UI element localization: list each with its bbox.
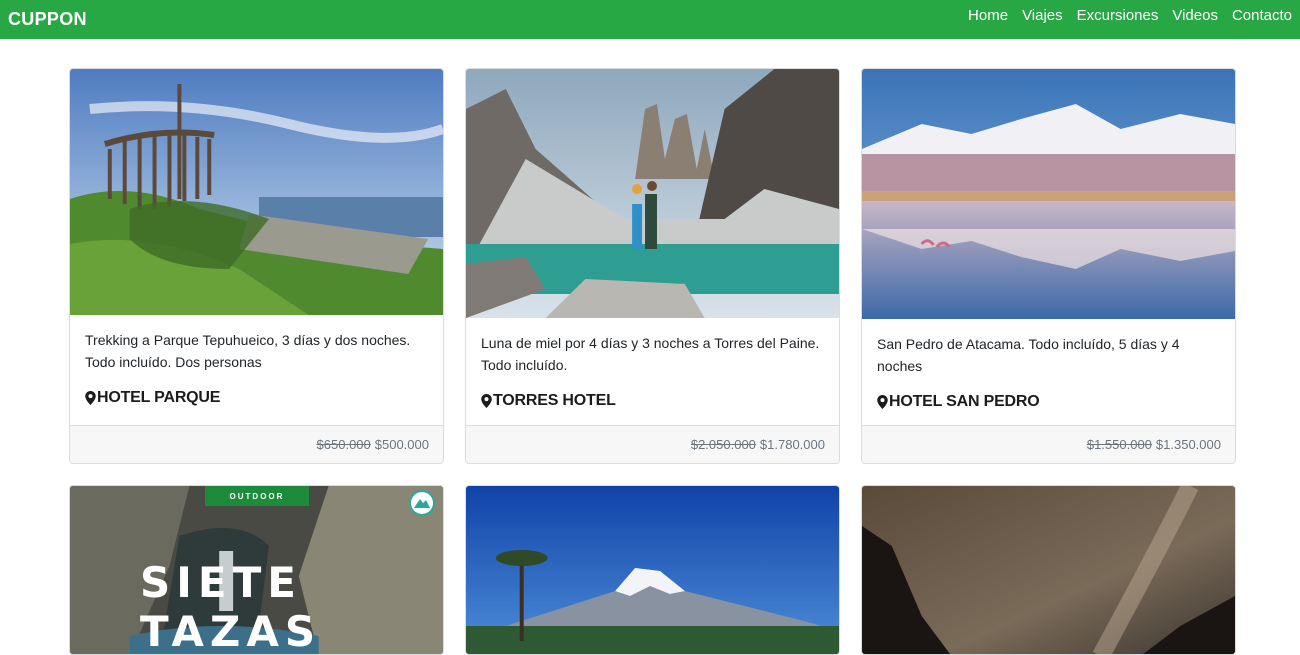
hotel-name: HOTEL PARQUE xyxy=(85,389,428,407)
map-marker-icon xyxy=(481,394,492,408)
card-image-san-pedro xyxy=(862,69,1235,319)
hotel-label: HOTEL SAN PEDRO xyxy=(889,393,1040,410)
card-image-tepuhueico xyxy=(70,69,443,315)
offer-card-siete-tazas[interactable]: OUTDOOR SIETE TAZAS xyxy=(69,485,444,655)
brand-logo[interactable]: CUPPON xyxy=(8,9,87,30)
nav-links: Home Viajes Excursiones Videos Contacto xyxy=(968,7,1292,24)
top-navbar: CUPPON Home Viajes Excursiones Videos Co… xyxy=(0,0,1300,39)
nav-link-home[interactable]: Home xyxy=(968,7,1008,24)
nav-link-videos[interactable]: Videos xyxy=(1172,7,1218,24)
card-footer: $650.000 $500.000 xyxy=(70,425,443,463)
offer-card-san-pedro[interactable]: San Pedro de Atacama. Todo incluído, 5 d… xyxy=(861,68,1236,464)
card-image-siete-tazas: OUTDOOR SIETE TAZAS xyxy=(70,486,443,655)
hotel-name: HOTEL SAN PEDRO xyxy=(877,393,1220,411)
card-description: Luna de miel por 4 días y 3 noches a Tor… xyxy=(481,335,820,373)
card-body: Trekking a Parque Tepuhueico, 3 días y d… xyxy=(70,315,443,407)
old-price: $650.000 xyxy=(316,437,371,452)
old-price: $1.550.000 xyxy=(1086,437,1152,452)
old-price: $2.050.000 xyxy=(690,437,756,452)
siete-tazas-overlay-title: SIETE TAZAS xyxy=(140,558,322,655)
nav-link-contacto[interactable]: Contacto xyxy=(1232,7,1292,24)
current-price: $1.780.000 xyxy=(759,437,825,452)
offer-card-torres-del-paine[interactable]: Luna de miel por 4 días y 3 noches a Tor… xyxy=(465,68,840,464)
nav-link-excursiones[interactable]: Excursiones xyxy=(1077,7,1159,24)
offer-card-night-sky[interactable] xyxy=(861,485,1236,655)
card-footer: $1.550.000 $1.350.000 xyxy=(862,425,1235,463)
nav-link-viajes[interactable]: Viajes xyxy=(1022,7,1063,24)
card-description: San Pedro de Atacama. Todo incluído, 5 d… xyxy=(877,336,1180,374)
card-description: Trekking a Parque Tepuhueico, 3 días y d… xyxy=(85,332,411,370)
outdoor-badge: OUTDOOR xyxy=(205,486,309,506)
hotel-label: TORRES HOTEL xyxy=(493,392,616,409)
current-price: $1.350.000 xyxy=(1155,437,1221,452)
card-footer: $2.050.000 $1.780.000 xyxy=(466,425,839,463)
current-price: $500.000 xyxy=(374,437,429,452)
offer-card-volcano[interactable] xyxy=(465,485,840,655)
mountain-logo-icon xyxy=(409,490,435,516)
card-body: Luna de miel por 4 días y 3 noches a Tor… xyxy=(466,318,839,410)
map-marker-icon xyxy=(85,391,96,405)
map-marker-icon xyxy=(877,395,888,409)
hotel-name: TORRES HOTEL xyxy=(481,392,824,410)
card-image-torres-del-paine xyxy=(466,69,839,318)
hotel-label: HOTEL PARQUE xyxy=(97,389,221,406)
card-body: San Pedro de Atacama. Todo incluído, 5 d… xyxy=(862,319,1235,411)
card-image-night-sky xyxy=(862,486,1235,654)
card-image-volcano xyxy=(466,486,839,654)
offer-card-tepuhueico[interactable]: Trekking a Parque Tepuhueico, 3 días y d… xyxy=(69,68,444,464)
